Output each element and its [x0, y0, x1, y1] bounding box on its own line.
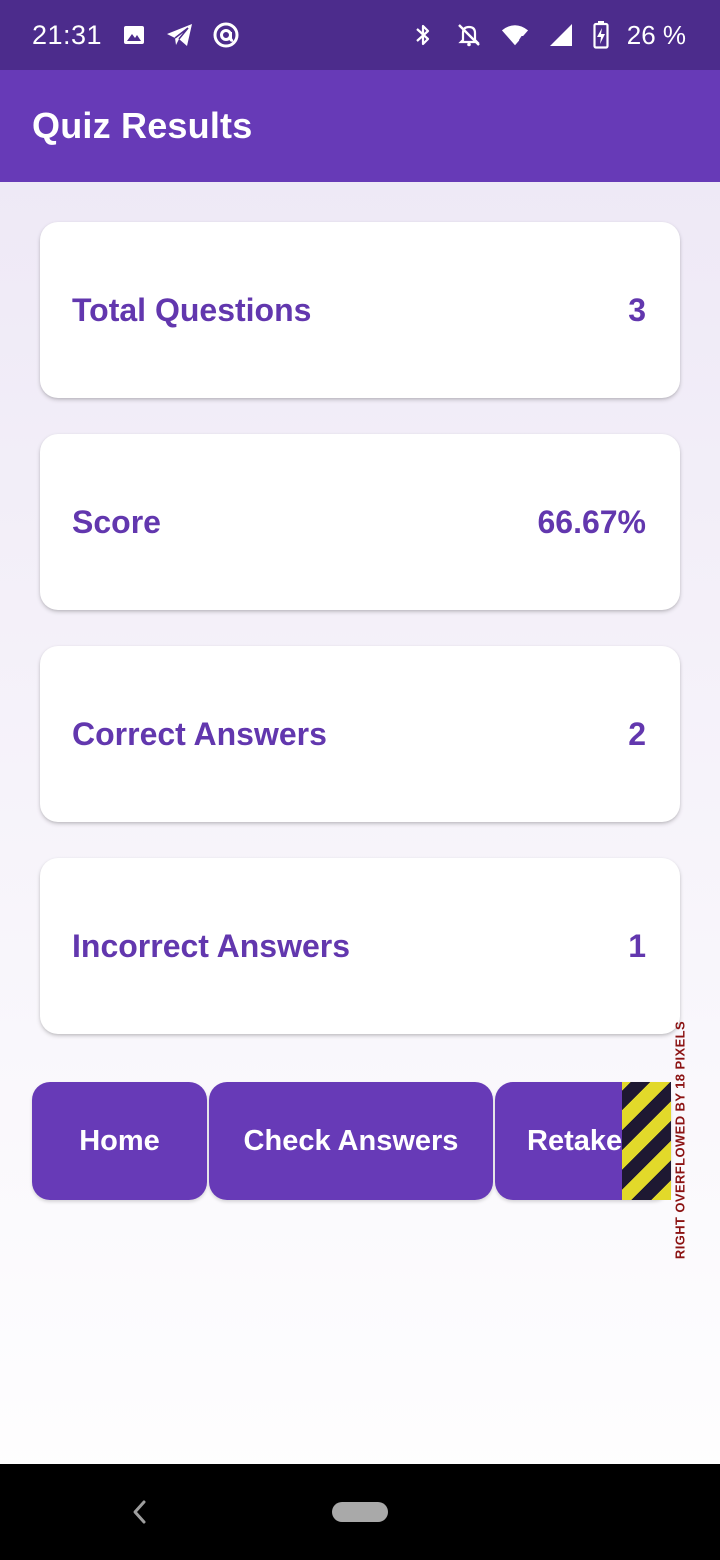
status-right: 4 26 %	[409, 20, 686, 51]
bluetooth-icon	[409, 21, 437, 49]
status-bar: 21:31 4 26 %	[0, 0, 720, 70]
home-pill-icon[interactable]	[332, 1502, 388, 1522]
back-icon[interactable]	[128, 1498, 152, 1526]
page-title: Quiz Results	[32, 105, 253, 146]
at-sign-icon	[212, 21, 240, 49]
signal-icon	[547, 21, 575, 49]
home-button[interactable]: Home	[32, 1082, 207, 1200]
notifications-off-icon	[455, 21, 483, 49]
correct-answers-card: Correct Answers 2	[40, 646, 680, 822]
incorrect-answers-label: Incorrect Answers	[72, 927, 351, 964]
score-label: Score	[72, 503, 161, 540]
status-time: 21:31	[32, 19, 103, 50]
total-questions-value: 3	[628, 291, 646, 328]
correct-answers-value: 2	[628, 715, 646, 752]
app-bar: Quiz Results	[0, 70, 720, 182]
battery-charging-icon	[593, 21, 609, 49]
check-answers-button[interactable]: Check Answers	[209, 1082, 493, 1200]
navigation-bar	[0, 1464, 720, 1560]
score-card: Score 66.67%	[40, 434, 680, 610]
battery-percent: 26 %	[626, 19, 686, 50]
overflow-stripe	[622, 1082, 671, 1200]
incorrect-answers-value: 1	[628, 927, 646, 964]
total-questions-label: Total Questions	[72, 291, 312, 328]
svg-text:4: 4	[518, 34, 524, 44]
correct-answers-label: Correct Answers	[72, 715, 327, 752]
overflow-warning: RIGHT OVERFLOWED BY 18 PIXELS	[672, 1020, 688, 1260]
score-value: 66.67%	[537, 503, 646, 540]
status-left: 21:31	[32, 20, 240, 51]
total-questions-card: Total Questions 3	[40, 222, 680, 398]
telegram-icon	[166, 21, 194, 49]
image-icon	[120, 21, 148, 49]
wifi-icon: 4	[501, 21, 529, 49]
incorrect-answers-card: Incorrect Answers 1	[40, 858, 680, 1034]
